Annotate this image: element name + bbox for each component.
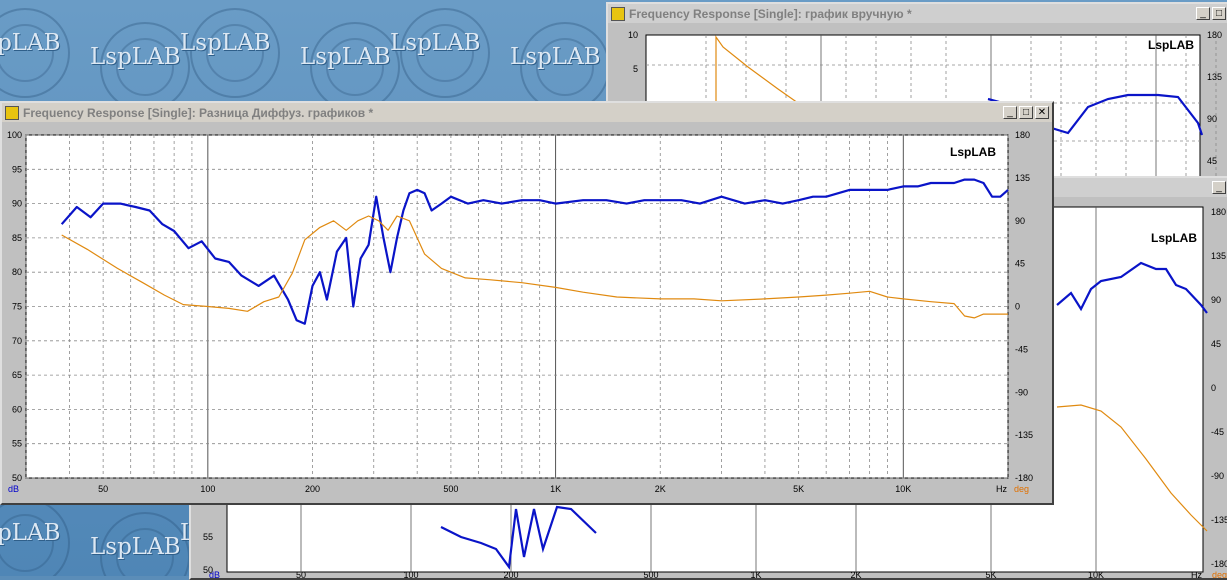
y-left-unit: dB [8,484,19,494]
y-right-tick-label: 0 [1211,383,1216,393]
y-right-tick-label: 90 [1207,114,1217,124]
x-tick-label: 200 [305,484,320,494]
y-left-tick-label: 100 [7,130,22,140]
x-tick-label: 50 [296,570,306,578]
x-tick-label: 1K [550,484,561,494]
chart-watermark: LspLAB [1151,231,1197,245]
window-main-title: Frequency Response [Single]: Разница Диф… [23,105,374,120]
window-main-buttons: _ □ ✕ [1003,106,1049,119]
y-left-tick-label: 80 [12,267,22,277]
speaker-icon [611,6,625,21]
desktop-logo-text: LspLAB [0,520,61,546]
y-right-tick-label: 90 [1015,216,1025,226]
x-tick-label: 1K [750,570,761,578]
window-main[interactable]: Frequency Response [Single]: Разница Диф… [0,101,1054,505]
y-right-tick-label: -90 [1015,387,1028,397]
chart-watermark: LspLAB [1148,38,1194,52]
x-tick-label: 2K [850,570,861,578]
y-right-tick-label: 135 [1211,251,1226,261]
y-right-tick-label: 135 [1207,72,1222,82]
x-tick-label: 2K [655,484,666,494]
desktop-logo-text: LspLAB [390,30,481,56]
window-back-bottom-buttons: _ [1212,181,1226,194]
x-tick-label: 5K [985,570,996,578]
y-right-tick-label: 45 [1015,259,1025,269]
y-left-tick-label: 75 [12,302,22,312]
x-tick-label: 100 [403,570,418,578]
desktop-logo-text: LspLAB [90,534,181,560]
desktop-logo-text: LspLAB [510,44,601,70]
desktop-logo-text: LspLAB [300,44,391,70]
y-left-tick-label: 85 [12,233,22,243]
y-left-unit: dB [209,570,220,578]
y-right-tick-label: -90 [1211,471,1224,481]
y-left-tick-label: 50 [12,473,22,483]
x-tick-label: 100 [200,484,215,494]
y-right-tick-label: -180 [1015,473,1033,483]
maximize-button[interactable]: □ [1019,106,1033,119]
x-tick-label: 10K [1088,570,1104,578]
window-back-top-titlebar[interactable]: Frequency Response [Single]: график вруч… [608,4,1227,23]
x-tick-label: 500 [443,484,458,494]
y-left-tick-label: 10 [628,30,638,40]
y-right-tick-label: -180 [1211,559,1227,569]
y-right-tick-label: 180 [1211,207,1226,217]
x-unit: Hz [996,484,1007,494]
desktop-logo-text: LspLAB [90,44,181,70]
x-unit: Hz [1191,570,1202,578]
window-back-top-buttons: _ □ [1196,7,1226,20]
x-tick-label: 5K [793,484,804,494]
desktop-logo-text: LspLAB [180,30,271,56]
y-right-tick-label: -45 [1015,344,1028,354]
y-left-tick-label: 5 [633,64,638,74]
minimize-button[interactable]: _ [1003,106,1017,119]
x-tick-label: 500 [643,570,658,578]
y-left-tick-label: 55 [12,439,22,449]
main-chart: 100 95 90 85 80 75 70 65 60 55 50 180 135 90 45 0 -45 -90… [2,122,1052,503]
speaker-icon [5,105,19,120]
y-right-tick-label: 135 [1015,173,1030,183]
y-right-tick-label: -45 [1211,427,1224,437]
x-tick-label: 50 [98,484,108,494]
y-right-tick-label: 0 [1015,302,1020,312]
desktop-logo-text: LspLAB [0,30,61,56]
y-right-tick-label: 180 [1207,30,1222,40]
window-main-titlebar[interactable]: Frequency Response [Single]: Разница Диф… [2,103,1052,122]
y-right-tick-label: 45 [1207,156,1217,166]
x-tick-label: 200 [503,570,518,578]
window-back-top-title: Frequency Response [Single]: график вруч… [629,6,912,21]
y-right-unit: deg [1014,484,1029,494]
x-tick-label: 10K [895,484,911,494]
y-right-tick-label: 90 [1211,295,1221,305]
y-right-tick-label: -135 [1015,430,1033,440]
y-right-unit: deg [1212,570,1227,578]
chart-watermark: LspLAB [950,145,996,159]
close-button[interactable]: ✕ [1035,106,1049,119]
minimize-button[interactable]: _ [1196,7,1210,20]
y-left-tick-label: 70 [12,336,22,346]
y-right-tick-label: -135 [1211,515,1227,525]
y-left-tick-label: 55 [203,532,213,542]
y-right-tick-label: 45 [1211,339,1221,349]
y-left-tick-label: 95 [12,164,22,174]
y-right-tick-label: 180 [1015,130,1030,140]
minimize-button-2[interactable]: _ [1212,181,1226,194]
maximize-button[interactable]: □ [1212,7,1226,20]
y-left-tick-label: 60 [12,404,22,414]
y-left-tick-label: 90 [12,199,22,209]
y-left-tick-label: 65 [12,370,22,380]
